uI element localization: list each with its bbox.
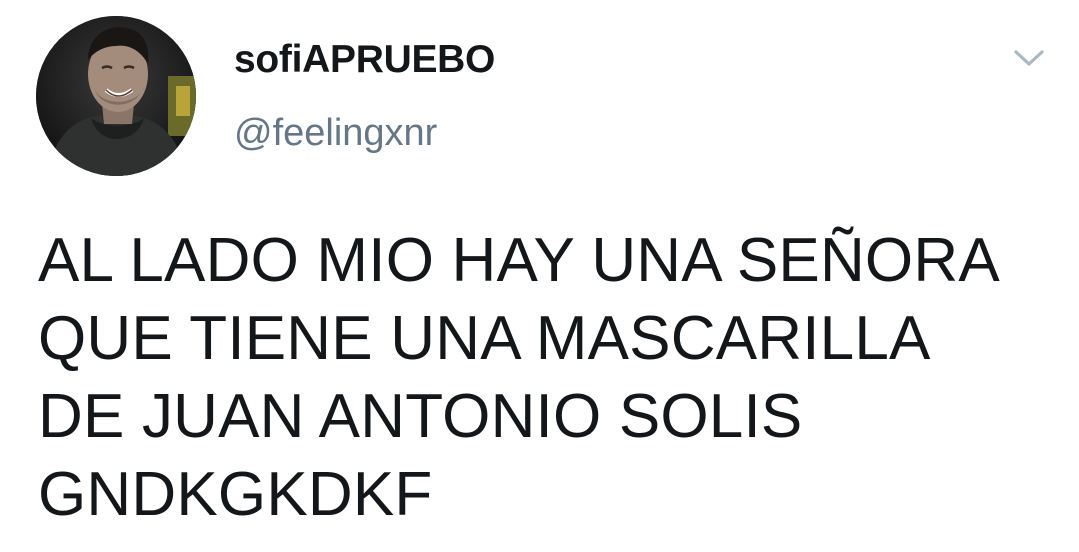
author-handle[interactable]: @feelingxnr: [234, 112, 437, 155]
author-display-name[interactable]: sofiAPRUEBO: [234, 38, 495, 82]
chevron-down-icon[interactable]: [1012, 46, 1046, 70]
tweet-text: AL LADO MIO HAY UNA SEÑORA QUE TIENE UNA…: [38, 222, 1058, 534]
tweet-text-line: AL LADO MIO HAY UNA SEÑORA: [38, 226, 1000, 295]
tweet-text-line: GNDKGKDKF: [38, 460, 433, 529]
avatar-image: [36, 16, 196, 176]
tweet-text-line: QUE TIENE UNA MASCARILLA: [38, 304, 931, 373]
tweet-card: sofiAPRUEBO @feelingxnr AL LADO MIO HAY …: [0, 0, 1079, 552]
tweet-text-line: DE JUAN ANTONIO SOLIS: [38, 382, 803, 451]
avatar[interactable]: [36, 16, 196, 176]
